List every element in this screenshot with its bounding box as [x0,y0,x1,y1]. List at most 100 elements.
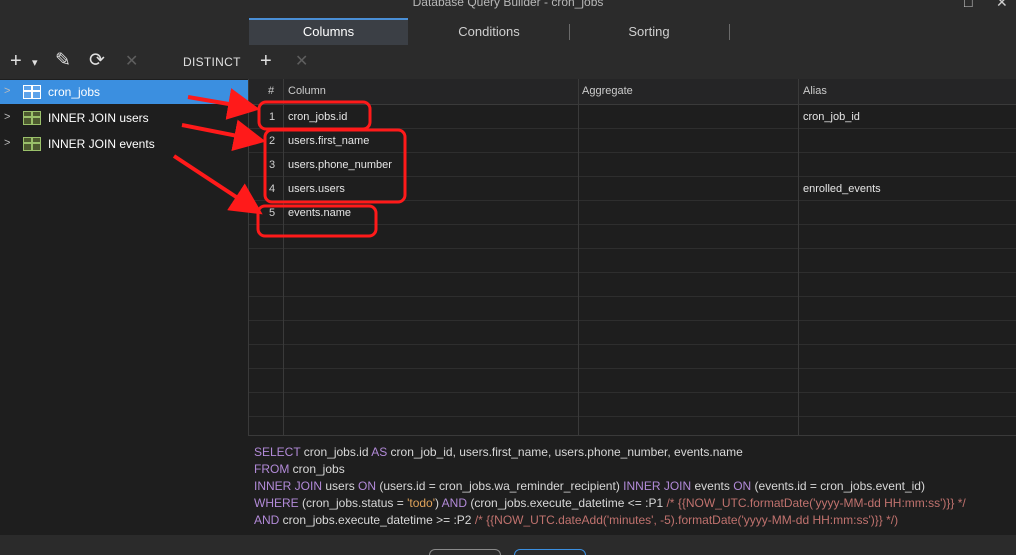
column-cell[interactable]: users.users [288,183,345,195]
distinct-toggle[interactable]: DISTINCT [183,55,241,69]
dialog-footer [0,535,1016,555]
sql-text: (cron_jobs.status = [298,496,408,510]
chevron-right-icon[interactable]: > [4,85,12,99]
window-title: Database Query Builder - cron_jobs [412,0,604,9]
columns-toolbar: + ✕ [248,45,1016,79]
tree-item-cron-jobs[interactable]: > cron_jobs [0,80,248,104]
column-divider[interactable] [798,79,799,435]
tab-columns[interactable]: Columns [249,18,408,45]
sql-line: SELECT cron_jobs.id AS cron_job_id, user… [254,444,1016,461]
sql-text: (events.id = cron_jobs.event_id) [751,479,925,493]
table-row[interactable] [249,345,1016,369]
row-number: 3 [269,159,276,171]
sql-line: FROM cron_jobs [254,461,1016,478]
sql-text: cron_jobs.id [300,445,372,459]
sql-keyword: FROM [254,462,290,476]
header-aggregate[interactable]: Aggregate [582,85,633,97]
table-row[interactable]: 2 users.first_name [249,129,1016,153]
maximize-icon[interactable]: □ [964,0,972,10]
sql-comment: /* {{NOW_UTC.formatDate('yyyy-MM-dd HH:m… [663,496,966,510]
close-window-icon[interactable]: ✕ [996,0,1008,10]
column-divider [283,79,284,435]
sql-text: cron_jobs [289,462,345,476]
grid-header: # Column Aggregate Alias [249,79,1016,105]
table-row[interactable] [249,249,1016,273]
dropdown-arrow-icon[interactable]: ▾ [32,53,38,73]
sql-text: (cron_jobs.execute_datetime <= [467,496,646,510]
refresh-icon[interactable]: ⟳ [89,51,105,71]
row-number: 1 [269,111,276,123]
chevron-right-icon[interactable]: > [4,137,12,151]
table-row[interactable] [249,393,1016,417]
table-row[interactable] [249,297,1016,321]
title-bar: Database Query Builder - cron_jobs □ ✕ [0,0,1016,16]
table-row[interactable] [249,225,1016,249]
table-row[interactable]: 1 cron_jobs.id cron_job_id [249,105,1016,129]
tree-item-inner-join-events[interactable]: > INNER JOIN events [0,132,248,156]
sql-keyword: AS [371,445,388,459]
ok-button[interactable] [514,549,586,555]
sql-text: ) [435,496,442,510]
sql-text: cron_jobs.execute_datetime >= [279,513,454,527]
table-row[interactable] [249,321,1016,345]
tab-sorting[interactable]: Sorting [570,18,728,45]
plus-icon[interactable]: + [10,51,22,71]
row-number: 2 [269,135,276,147]
columns-grid: # Column Aggregate Alias 1 cron_jobs.id … [248,79,1016,435]
close-icon[interactable]: ✕ [125,52,138,72]
header-column[interactable]: Column [288,85,326,97]
table-icon [23,85,41,99]
sql-string: 'todo' [407,496,435,510]
sql-keyword: SELECT [254,445,301,459]
column-cell[interactable]: events.name [288,207,351,219]
tree-item-label: INNER JOIN events [48,137,155,151]
close-icon[interactable]: ✕ [295,52,308,72]
alias-cell[interactable]: cron_job_id [803,111,860,123]
table-icon [23,137,41,151]
tree-item-label: INNER JOIN users [48,111,149,125]
sql-line: INNER JOIN users ON (users.id = cron_job… [254,478,1016,495]
alias-cell[interactable]: enrolled_events [803,183,881,195]
tab-conditions[interactable]: Conditions [410,18,568,45]
sql-parameter: :P2 [453,513,472,527]
table-row[interactable] [249,369,1016,393]
sql-preview: SELECT cron_jobs.id AS cron_job_id, user… [248,435,1016,535]
tree-item-inner-join-users[interactable]: > INNER JOIN users [0,106,248,130]
column-cell[interactable]: users.phone_number [288,159,392,171]
cancel-button[interactable] [429,549,501,555]
sql-keyword: AND [254,513,280,527]
row-number: 5 [269,207,276,219]
header-alias[interactable]: Alias [803,85,827,97]
sql-text: users [322,479,359,493]
sql-text: (users.id = cron_jobs.wa_reminder_recipi… [376,479,624,493]
sql-keyword: ON [733,479,752,493]
row-number: 4 [269,183,276,195]
sql-text: events [691,479,734,493]
sql-line: AND cron_jobs.execute_datetime >= :P2 /*… [254,512,1016,529]
sql-line: WHERE (cron_jobs.status = 'todo') AND (c… [254,495,1016,512]
table-row[interactable]: 3 users.phone_number [249,153,1016,177]
tree-item-label: cron_jobs [48,85,101,99]
tables-toolbar: + ▾ ✎ ⟳ ✕ DISTINCT [0,45,248,79]
column-divider[interactable] [578,79,579,435]
sql-keyword: WHERE [254,496,299,510]
tables-tree: > cron_jobs > INNER JOIN users > INNER J… [0,79,248,555]
header-num: # [268,85,275,97]
table-row[interactable]: 4 users.users enrolled_events [249,177,1016,201]
table-row[interactable]: 5 events.name [249,201,1016,225]
chevron-right-icon[interactable]: > [4,111,12,125]
sql-keyword: INNER JOIN [623,479,692,493]
column-cell[interactable]: users.first_name [288,135,369,147]
table-row[interactable] [249,417,1016,435]
column-cell[interactable]: cron_jobs.id [288,111,347,123]
pencil-icon[interactable]: ✎ [55,51,71,71]
sql-keyword: INNER JOIN [254,479,323,493]
table-icon [23,111,41,125]
sql-text: cron_job_id, users.first_name, users.pho… [387,445,743,459]
tab-separator [729,24,730,40]
sql-parameter: :P1 [645,496,664,510]
plus-icon[interactable]: + [260,51,272,71]
table-row[interactable] [249,273,1016,297]
sql-keyword: AND [441,496,468,510]
sql-comment: /* {{NOW_UTC.dateAdd('minutes', -5).form… [471,513,899,527]
